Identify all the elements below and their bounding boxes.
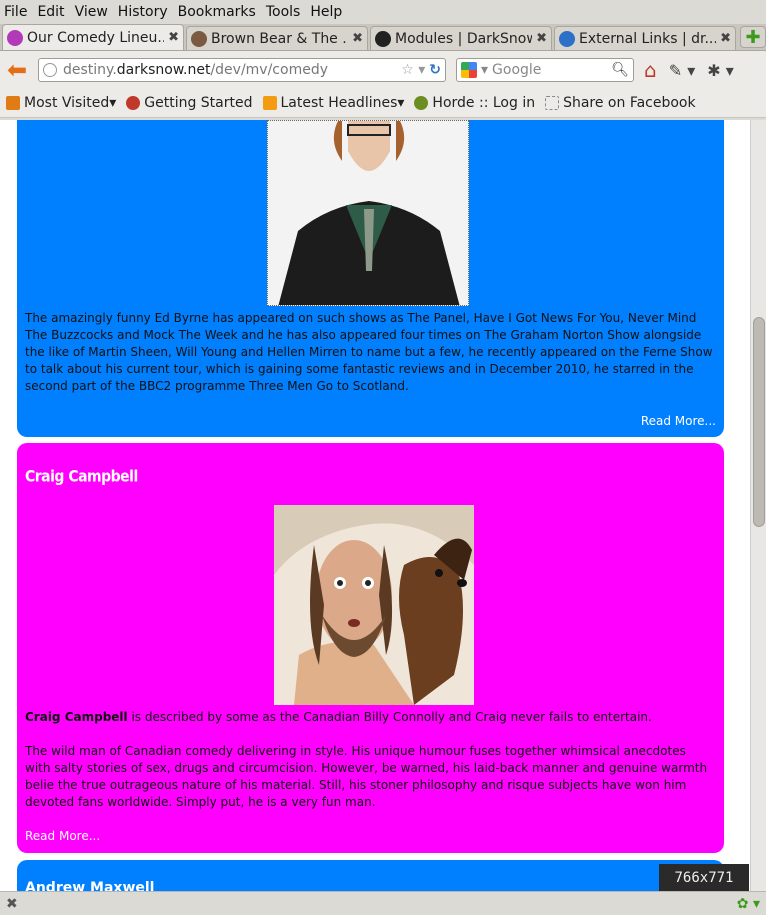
darksnow-pink-icon bbox=[7, 29, 23, 46]
comedian-panel-craig-campbell: Craig Campbell Craig Campbell is describ… bbox=[17, 443, 724, 853]
craig-campbell-name: Craig Campbell bbox=[25, 710, 128, 724]
status-bar: ✖ ✿ ▾ bbox=[0, 891, 766, 915]
craig-campbell-image bbox=[274, 505, 474, 705]
vertical-scrollbar[interactable] bbox=[750, 120, 766, 891]
page-viewport: The amazingly funny Ed Byrne has appeare… bbox=[0, 120, 766, 891]
tab-brown-bear[interactable]: Brown Bear & The ... ✖ bbox=[186, 26, 368, 50]
reload-icon[interactable]: ↻ bbox=[429, 62, 441, 78]
viewport-size-badge: 766x771 bbox=[659, 864, 749, 891]
bookmark-label: Most Visited bbox=[24, 95, 110, 111]
craig-campbell-intro: Craig Campbell is described by some as t… bbox=[25, 709, 715, 726]
magnifier-icon[interactable]: 🔍︎ bbox=[611, 62, 629, 78]
read-more-link-craig-campbell[interactable]: Read More... bbox=[25, 829, 100, 843]
tab-label: Modules | DarkSnow bbox=[395, 30, 533, 47]
close-icon[interactable]: ✖ bbox=[720, 31, 731, 46]
url-bar[interactable]: destiny.darksnow.net/dev/mv/comedy ☆ ▾ ↻ bbox=[38, 58, 446, 82]
tab-label: External Links | dr... bbox=[579, 30, 717, 47]
tab-comedy-lineup[interactable]: Our Comedy Lineu... ✖ bbox=[2, 24, 184, 50]
new-tab-button[interactable]: ✚ bbox=[740, 26, 766, 48]
globe-icon bbox=[43, 63, 57, 77]
bookmark-horde[interactable]: Horde :: Log in bbox=[414, 95, 535, 111]
close-icon[interactable]: ✖ bbox=[536, 31, 547, 46]
bookmark-latest-headlines[interactable]: Latest Headlines ▾ bbox=[262, 95, 405, 111]
craig-campbell-title: Craig Campbell bbox=[25, 467, 138, 487]
bookmark-star-icon[interactable]: ☆ ▾ bbox=[401, 62, 425, 78]
bug-icon[interactable]: ✱ ▾ bbox=[707, 61, 734, 80]
bookmark-label: Share on Facebook bbox=[563, 95, 696, 111]
bookmark-getting-started[interactable]: Getting Started bbox=[126, 95, 253, 111]
toolbar-icons: ⌂ ✎ ▾ ✱ ▾ bbox=[644, 58, 734, 82]
google-icon bbox=[461, 62, 477, 78]
tab-label: Brown Bear & The ... bbox=[211, 30, 349, 47]
menu-view[interactable]: View bbox=[75, 4, 108, 20]
bookmark-label: Latest Headlines bbox=[280, 95, 398, 111]
url-text[interactable]: destiny.darksnow.net/dev/mv/comedy bbox=[63, 62, 397, 78]
menu-help[interactable]: Help bbox=[310, 4, 342, 20]
most-visited-icon bbox=[6, 96, 20, 110]
navigation-bar: ⬅ destiny.darksnow.net/dev/mv/comedy ☆ ▾… bbox=[0, 51, 766, 89]
ed-byrne-description: The amazingly funny Ed Byrne has appeare… bbox=[25, 311, 713, 393]
menu-tools[interactable]: Tools bbox=[266, 4, 301, 20]
bookmarks-toolbar: Most Visited ▾ Getting Started Latest He… bbox=[0, 89, 766, 118]
horde-icon bbox=[414, 96, 429, 110]
tab-bar: Our Comedy Lineu... ✖ Brown Bear & The .… bbox=[0, 24, 766, 51]
bookmark-label: Getting Started bbox=[144, 95, 253, 111]
search-engine-dropdown-icon[interactable]: ▾ bbox=[481, 62, 488, 78]
search-box[interactable]: ▾ Google 🔍︎ bbox=[456, 58, 634, 82]
craig-campbell-intro-rest: is described by some as the Canadian Bil… bbox=[127, 710, 652, 724]
menu-bookmarks[interactable]: Bookmarks bbox=[178, 4, 256, 20]
close-icon[interactable]: ✖ bbox=[352, 31, 363, 46]
bookmark-most-visited[interactable]: Most Visited ▾ bbox=[6, 95, 116, 111]
close-icon[interactable]: ✖ bbox=[6, 896, 18, 912]
ed-byrne-photo bbox=[267, 120, 469, 306]
tab-modules[interactable]: Modules | DarkSnow ✖ bbox=[370, 26, 552, 50]
read-more-link-ed-byrne[interactable]: Read More... bbox=[641, 414, 716, 428]
back-arrow-icon[interactable]: ⬅ bbox=[4, 56, 30, 84]
comedian-panel-ed-byrne: The amazingly funny Ed Byrne has appeare… bbox=[17, 120, 724, 437]
bear-icon bbox=[191, 30, 207, 47]
next-comedian-title: Andrew Maxwell bbox=[25, 880, 155, 891]
craig-campbell-description: The wild man of Canadian comedy deliveri… bbox=[25, 744, 708, 809]
tab-external-links[interactable]: External Links | dr... ✖ bbox=[554, 26, 736, 50]
menu-edit[interactable]: Edit bbox=[37, 4, 64, 20]
craig-campbell-photo bbox=[274, 505, 474, 705]
search-input[interactable]: Google bbox=[492, 62, 611, 78]
firefox-icon bbox=[126, 96, 141, 110]
web-page: The amazingly funny Ed Byrne has appeare… bbox=[0, 120, 750, 891]
menu-history[interactable]: History bbox=[118, 4, 168, 20]
rss-icon bbox=[262, 96, 277, 110]
bookmark-label: Horde :: Log in bbox=[432, 95, 536, 111]
drupal-icon bbox=[559, 30, 575, 47]
comedian-panel-next: Andrew Maxwell bbox=[17, 860, 724, 891]
menu-bar: File Edit View History Bookmarks Tools H… bbox=[0, 0, 766, 24]
bookmark-share-facebook[interactable]: Share on Facebook bbox=[545, 95, 696, 111]
close-icon[interactable]: ✖ bbox=[168, 30, 179, 45]
scrollbar-thumb[interactable] bbox=[753, 317, 765, 527]
addon-status-icon[interactable]: ✿ ▾ bbox=[737, 896, 760, 912]
ed-byrne-image bbox=[268, 121, 468, 305]
menu-file[interactable]: File bbox=[4, 4, 27, 20]
chevron-down-icon: ▾ bbox=[109, 95, 117, 111]
home-icon[interactable]: ⌂ bbox=[644, 58, 657, 82]
tab-label: Our Comedy Lineu... bbox=[27, 29, 165, 46]
color-picker-icon[interactable]: ✎ ▾ bbox=[669, 61, 696, 80]
chevron-down-icon: ▾ bbox=[397, 95, 405, 111]
darksnow-icon bbox=[375, 30, 391, 47]
bookmark-icon bbox=[545, 96, 560, 110]
